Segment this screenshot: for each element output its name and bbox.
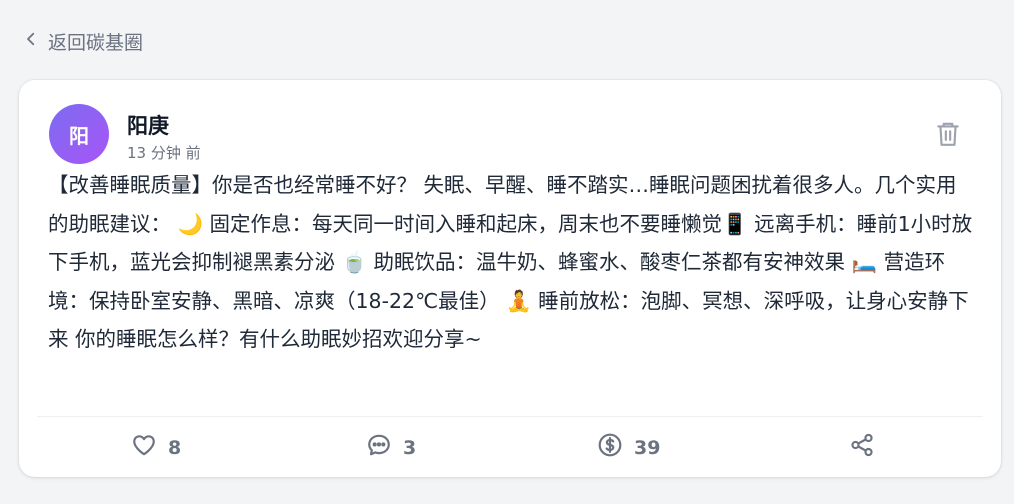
- comment-bubble-icon: [366, 432, 392, 463]
- share-button[interactable]: [849, 432, 875, 463]
- post-card: 阳 阳庚 13 分钟 前 【改善睡眠质量】你是否也经常睡不好？ 失眠、早醒、睡不…: [19, 80, 1001, 477]
- trash-icon: [935, 122, 961, 152]
- chevron-left-icon: [22, 30, 40, 53]
- heart-icon: [131, 432, 157, 463]
- avatar[interactable]: 阳: [49, 104, 109, 164]
- comment-button[interactable]: 3: [366, 432, 416, 463]
- tip-count: 39: [634, 436, 661, 459]
- back-link-label: 返回碳基圈: [48, 32, 144, 54]
- like-count: 8: [168, 436, 182, 459]
- like-button[interactable]: 8: [131, 432, 181, 463]
- post-actions: 8 3 39: [19, 432, 1001, 466]
- divider: [37, 416, 983, 417]
- delete-button[interactable]: [935, 120, 961, 148]
- author-name[interactable]: 阳庚: [127, 110, 169, 140]
- comment-count: 3: [403, 436, 417, 459]
- post-timestamp: 13 分钟 前: [127, 144, 201, 162]
- dollar-circle-icon: [597, 432, 623, 463]
- back-link[interactable]: 返回碳基圈: [22, 28, 143, 55]
- tip-button[interactable]: 39: [597, 432, 660, 463]
- post-content: 【改善睡眠质量】你是否也经常睡不好？ 失眠、早醒、睡不踏实…睡眠问题困扰着很多人…: [48, 173, 973, 351]
- share-icon: [849, 432, 875, 463]
